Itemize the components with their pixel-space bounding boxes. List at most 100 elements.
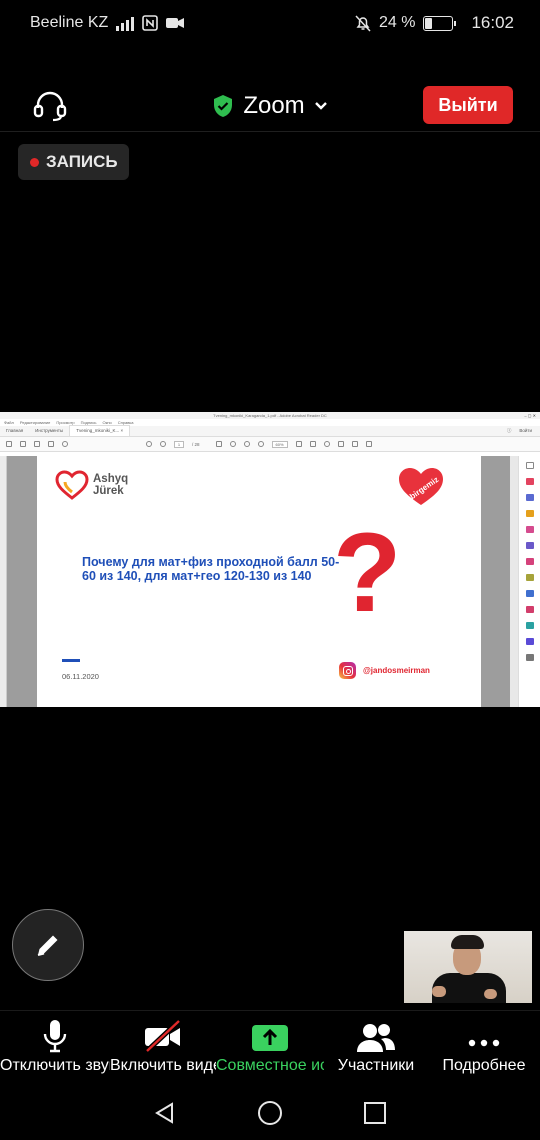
- scroll-mode-icon: [309, 441, 316, 447]
- pencil-icon: [37, 935, 58, 956]
- start-video-button[interactable]: Включить видео: [110, 1011, 216, 1087]
- tools-pane: [518, 456, 540, 707]
- question-mark: ?: [333, 510, 402, 635]
- window-controls-icon: – ▢ ✕: [524, 413, 536, 418]
- document-area: Ashyq Jürek birgemiz Почему для мат+физ …: [0, 456, 540, 707]
- email-icon: [48, 441, 54, 447]
- accent-line: [62, 659, 80, 662]
- page-down-icon: [160, 441, 166, 447]
- video-hand: [432, 986, 446, 997]
- more-icon: [468, 1039, 500, 1047]
- share-screen-label: Совместное использование: [216, 1057, 324, 1074]
- leave-button[interactable]: Выйти: [423, 86, 513, 124]
- shield-check-icon: [214, 95, 233, 117]
- meeting-controls: Отключить звук Включить видео Совместное…: [0, 1010, 540, 1086]
- logo-text: Jürek: [93, 485, 124, 497]
- hand-icon: [229, 441, 236, 447]
- recording-badge[interactable]: ЗАПИСЬ: [18, 144, 129, 180]
- self-video-thumbnail[interactable]: [404, 931, 532, 1003]
- bookmark-icon: [20, 441, 26, 447]
- share-icon: [365, 441, 372, 447]
- more-button[interactable]: Подробнее: [428, 1011, 540, 1087]
- birgemiz-heart-logo-icon: birgemiz: [399, 468, 443, 505]
- zoom-tool-icon: [526, 462, 534, 469]
- meeting-title-dropdown[interactable]: Zoom: [212, 92, 327, 120]
- zoom-in-icon: [257, 441, 264, 447]
- headset-icon[interactable]: [32, 90, 68, 122]
- video-hair: [451, 935, 484, 949]
- start-video-label: Включить видео: [110, 1057, 216, 1074]
- slide-date: 06.11.2020: [62, 672, 99, 681]
- zoom-out-icon: [243, 441, 250, 447]
- window-title: Tvening_mkoniki_Karaganda_1.pdf - Adobe …: [213, 413, 327, 418]
- acrobat-login: Войти: [519, 428, 532, 433]
- recents-icon[interactable]: [363, 1101, 387, 1125]
- optimize-icon: [526, 622, 534, 629]
- share-screen-button[interactable]: Совместное использование: [216, 1011, 324, 1087]
- share-screen-icon: [252, 1025, 288, 1051]
- logo-text: Ashyq: [93, 473, 129, 485]
- recording-label: ЗАПИСЬ: [46, 152, 118, 171]
- nfc-icon: [142, 15, 159, 31]
- acrobat-tab-tools: Инструменты: [35, 428, 64, 433]
- help-icon: ⓘ: [506, 428, 512, 433]
- menu-item: Файл: [4, 420, 14, 425]
- measure-icon: [526, 638, 534, 645]
- ashyq-jurek-logo: Ashyq Jürek: [55, 470, 128, 500]
- pdf-export-icon: [526, 478, 534, 485]
- sign-icon: [351, 441, 358, 447]
- meeting-top-bar: Zoom Выйти: [0, 80, 540, 132]
- protect-icon: [526, 590, 534, 597]
- acrobat-tab-document: Tvening_mkoniki_K... ×: [69, 425, 131, 436]
- participants-label: Участники: [337, 1057, 415, 1074]
- menu-item: Редактирование: [19, 420, 51, 425]
- search-icon: [62, 441, 68, 447]
- redact-icon: [526, 574, 534, 581]
- cursor-icon: [215, 441, 222, 447]
- comment-tool-icon: [526, 526, 534, 533]
- back-icon[interactable]: [153, 1101, 177, 1125]
- carrier-label: Beeline KZ: [30, 14, 109, 31]
- acrobat-tab-home: Главная: [6, 428, 24, 433]
- annotate-button[interactable]: [12, 909, 84, 981]
- acrobat-title-bar: Tvening_mkoniki_Karaganda_1.pdf - Adobe …: [0, 412, 540, 419]
- record-dot-icon: [30, 157, 39, 167]
- participants-button[interactable]: Участники: [324, 1011, 428, 1087]
- comment-icon: [323, 441, 330, 447]
- ashyq-heart-logo-icon: [55, 470, 89, 500]
- clock: 16:02: [471, 13, 514, 32]
- shared-screen[interactable]: Tvening_mkoniki_Karaganda_1.pdf - Adobe …: [0, 412, 540, 707]
- page-number-field: 1: [174, 440, 184, 448]
- instagram-handle: @jandosmeirman: [363, 666, 430, 675]
- mute-audio-button[interactable]: Отключить звук: [0, 1011, 110, 1087]
- print-icon: [34, 441, 40, 447]
- combine-icon: [526, 542, 534, 549]
- participants-icon: [357, 1024, 395, 1052]
- highlight-icon: [337, 441, 344, 447]
- document-scrollbar: [510, 456, 518, 707]
- divider: [0, 131, 540, 132]
- video-hand: [484, 989, 497, 999]
- acrobat-toolbar: 1 / 28 60%: [0, 437, 540, 452]
- meeting-title: Zoom: [243, 92, 305, 119]
- birgemiz-logo: birgemiz: [397, 466, 445, 511]
- camera-icon: [166, 18, 185, 28]
- pdf-slide: Ashyq Jürek birgemiz Почему для мат+физ …: [37, 456, 481, 707]
- save-icon: [6, 441, 12, 447]
- status-bar: Beeline KZ 24 % 16:02: [0, 0, 540, 46]
- more-label: Подробнее: [442, 1057, 526, 1074]
- fit-page-icon: [295, 441, 302, 447]
- organize-icon: [526, 558, 534, 565]
- page-count: / 28: [192, 441, 200, 447]
- navigation-pane: [0, 456, 7, 707]
- slide-title: Почему для мат+физ проходной балл 50-60 …: [82, 555, 340, 583]
- zoom-level-field: 60%: [271, 440, 288, 448]
- home-icon[interactable]: [257, 1100, 283, 1126]
- signal-icon: [116, 15, 135, 31]
- battery-percent: 24 %: [378, 14, 416, 31]
- fill-sign-icon: [526, 606, 534, 613]
- video-off-icon: [145, 1019, 181, 1053]
- mute-icon: [355, 14, 371, 32]
- instagram-badge: @jandosmeirman: [339, 662, 430, 679]
- more-tools-icon: [526, 654, 534, 661]
